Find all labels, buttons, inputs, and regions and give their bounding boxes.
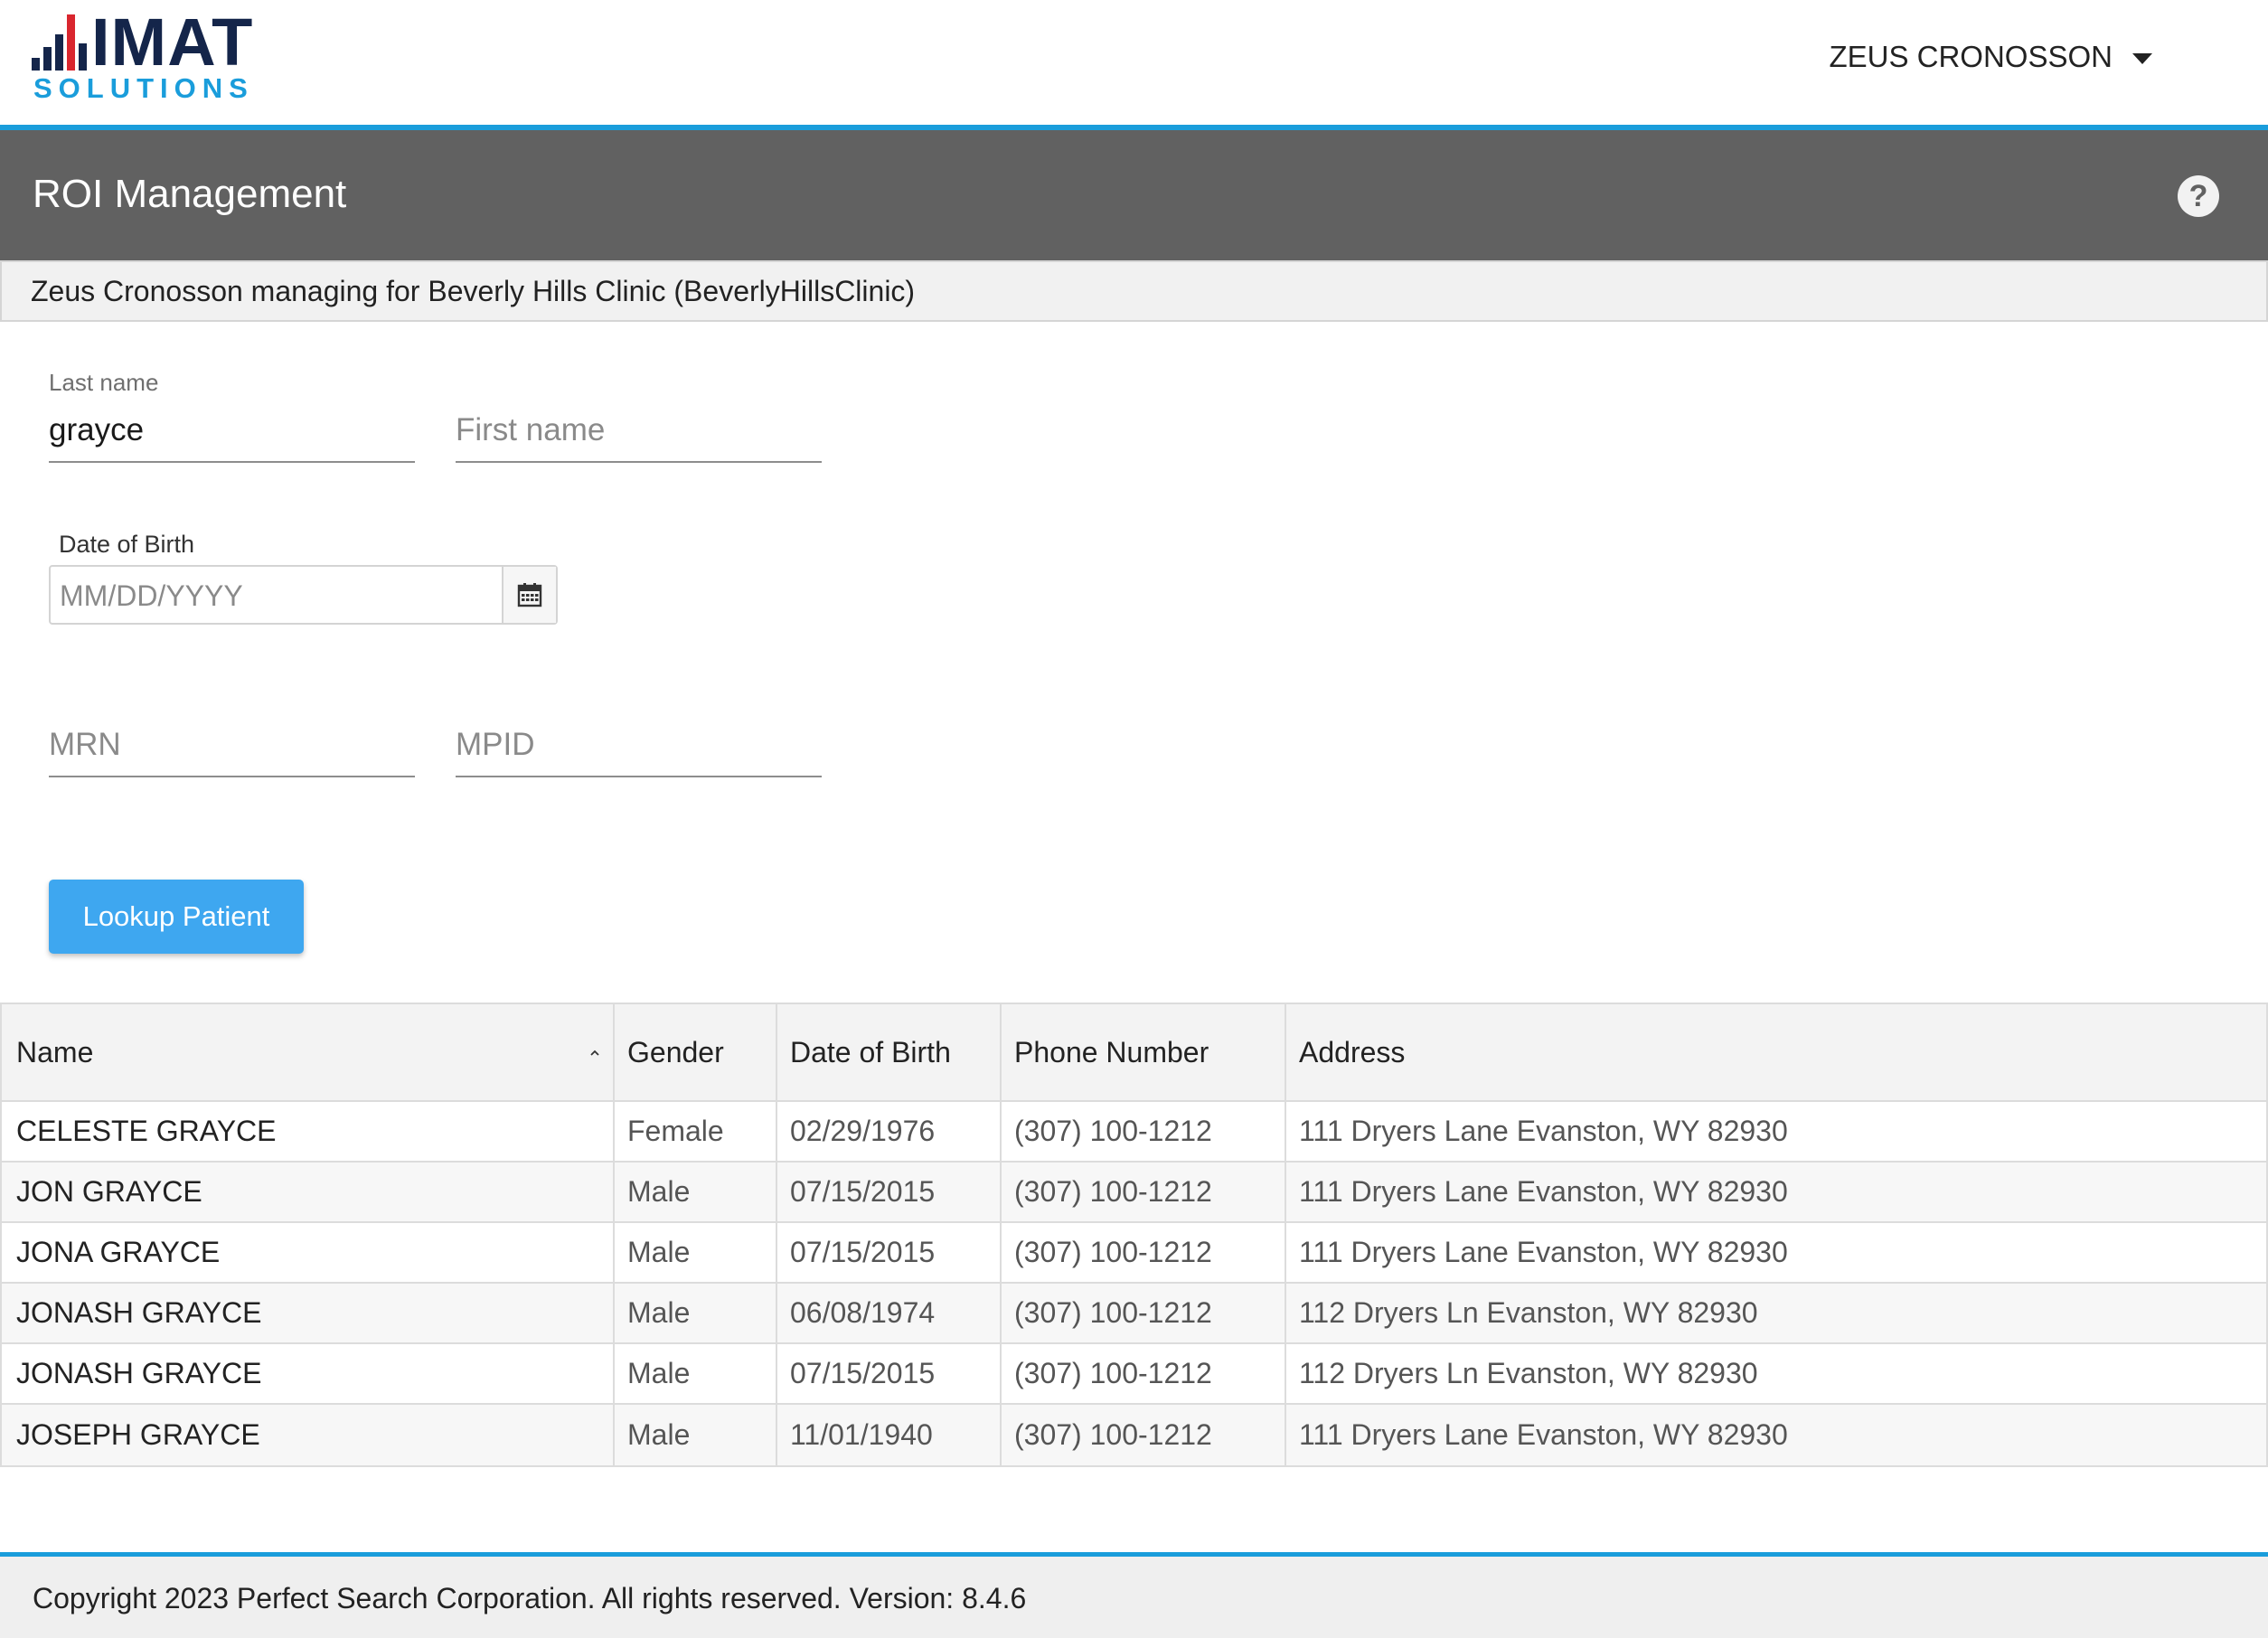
chevron-down-icon bbox=[2132, 53, 2152, 64]
cell-address: 111 Dryers Lane Evanston, WY 82930 bbox=[1299, 1418, 1788, 1451]
mrn-underline bbox=[49, 776, 415, 777]
cell-gender: Male bbox=[615, 1163, 777, 1221]
sort-ascending-icon[interactable] bbox=[589, 1048, 600, 1059]
cell-name: JOSEPH GRAYCE bbox=[2, 1405, 615, 1465]
first-name-field[interactable]: First name bbox=[456, 369, 822, 464]
column-header-label: Name bbox=[16, 1035, 94, 1068]
patient-results-table: Name Gender Date of Birth Phone Number A… bbox=[0, 1003, 2268, 1467]
cell-phone: (307) 100-1212 bbox=[1002, 1163, 1286, 1221]
cell-dob: 07/15/2015 bbox=[777, 1223, 1002, 1282]
cell-phone: (307) 100-1212 bbox=[1002, 1405, 1286, 1465]
table-row[interactable]: CELESTE GRAYCE Female 02/29/1976 (307) 1… bbox=[2, 1102, 2266, 1163]
cell-gender: Male bbox=[615, 1223, 777, 1282]
logo-bars-icon bbox=[32, 14, 95, 71]
logo-wordmark: IMAT bbox=[91, 5, 254, 80]
cell-name: JONASH GRAYCE bbox=[2, 1284, 615, 1342]
cell-gender: Female bbox=[615, 1102, 777, 1161]
first-name-underline bbox=[456, 461, 822, 463]
logo-subtitle: SOLUTIONS bbox=[33, 72, 254, 104]
dob-input[interactable]: MM/DD/YYYY bbox=[60, 579, 243, 613]
cell-name: CELESTE GRAYCE bbox=[2, 1102, 615, 1161]
last-name-underline bbox=[49, 461, 415, 463]
mpid-underline bbox=[456, 776, 822, 777]
cell-phone: (307) 100-1212 bbox=[1002, 1344, 1286, 1403]
cell-name: JON GRAYCE bbox=[2, 1163, 615, 1221]
table-header-row: Name Gender Date of Birth Phone Number A… bbox=[2, 1004, 2266, 1102]
date-picker-button[interactable] bbox=[502, 567, 556, 623]
cell-gender: Male bbox=[615, 1284, 777, 1342]
page-title: ROI Management bbox=[33, 172, 347, 216]
cell-phone: (307) 100-1212 bbox=[1002, 1102, 1286, 1161]
first-name-input[interactable]: First name bbox=[456, 412, 605, 448]
column-header-address[interactable]: Address bbox=[1286, 1004, 2266, 1100]
cell-address: 112 Dryers Ln Evanston, WY 82930 bbox=[1299, 1296, 1758, 1329]
cell-dob: 07/15/2015 bbox=[777, 1344, 1002, 1403]
mrn-input[interactable]: MRN bbox=[49, 727, 121, 763]
imat-solutions-logo[interactable]: IMAT SOLUTIONS bbox=[32, 9, 285, 105]
last-name-field[interactable]: Last name grayce bbox=[49, 369, 415, 464]
help-icon[interactable]: ? bbox=[2178, 175, 2219, 217]
cell-dob: 07/15/2015 bbox=[777, 1163, 1002, 1221]
last-name-input[interactable]: grayce bbox=[49, 412, 144, 448]
cell-dob: 02/29/1976 bbox=[777, 1102, 1002, 1161]
managing-context-text: Zeus Cronosson managing for Beverly Hill… bbox=[31, 275, 916, 307]
mrn-field[interactable]: MRN bbox=[49, 723, 415, 779]
cell-address: 112 Dryers Ln Evanston, WY 82930 bbox=[1299, 1357, 1758, 1389]
cell-gender: Male bbox=[615, 1405, 777, 1465]
cell-address: 111 Dryers Lane Evanston, WY 82930 bbox=[1299, 1115, 1788, 1147]
table-row[interactable]: JON GRAYCE Male 07/15/2015 (307) 100-121… bbox=[2, 1163, 2266, 1223]
cell-address: 111 Dryers Lane Evanston, WY 82930 bbox=[1299, 1236, 1788, 1268]
column-header-phone[interactable]: Phone Number bbox=[1002, 1004, 1286, 1100]
user-menu[interactable]: ZEUS CRONOSSON bbox=[1829, 40, 2152, 74]
cell-phone: (307) 100-1212 bbox=[1002, 1223, 1286, 1282]
cell-name: JONASH GRAYCE bbox=[2, 1344, 615, 1403]
mpid-input[interactable]: MPID bbox=[456, 727, 535, 763]
title-bar: ROI Management ? bbox=[0, 130, 2268, 260]
user-name: ZEUS CRONOSSON bbox=[1829, 40, 2113, 73]
cell-dob: 06/08/1974 bbox=[777, 1284, 1002, 1342]
footer: Copyright 2023 Perfect Search Corporatio… bbox=[0, 1557, 2268, 1638]
context-bar: Zeus Cronosson managing for Beverly Hill… bbox=[0, 260, 2268, 322]
cell-phone: (307) 100-1212 bbox=[1002, 1284, 1286, 1342]
table-row[interactable]: JONA GRAYCE Male 07/15/2015 (307) 100-12… bbox=[2, 1223, 2266, 1284]
table-row[interactable]: JONASH GRAYCE Male 07/15/2015 (307) 100-… bbox=[2, 1344, 2266, 1405]
table-row[interactable]: JONASH GRAYCE Male 06/08/1974 (307) 100-… bbox=[2, 1284, 2266, 1344]
lookup-patient-button[interactable]: Lookup Patient bbox=[49, 880, 304, 954]
column-header-gender[interactable]: Gender bbox=[615, 1004, 777, 1100]
top-header: IMAT SOLUTIONS ZEUS CRONOSSON bbox=[0, 0, 2268, 125]
column-header-dob[interactable]: Date of Birth bbox=[777, 1004, 1002, 1100]
table-row[interactable]: JOSEPH GRAYCE Male 11/01/1940 (307) 100-… bbox=[2, 1405, 2266, 1465]
mpid-field[interactable]: MPID bbox=[456, 723, 822, 779]
dob-label: Date of Birth bbox=[59, 531, 195, 558]
calendar-icon bbox=[517, 583, 542, 607]
column-header-name[interactable]: Name bbox=[2, 1004, 615, 1100]
cell-dob: 11/01/1940 bbox=[777, 1405, 1002, 1465]
copyright-text: Copyright 2023 Perfect Search Corporatio… bbox=[33, 1582, 1027, 1614]
cell-name: JONA GRAYCE bbox=[2, 1223, 615, 1282]
cell-gender: Male bbox=[615, 1344, 777, 1403]
cell-address: 111 Dryers Lane Evanston, WY 82930 bbox=[1299, 1175, 1788, 1208]
last-name-label: Last name bbox=[49, 369, 159, 396]
dob-field[interactable]: MM/DD/YYYY bbox=[49, 565, 558, 625]
